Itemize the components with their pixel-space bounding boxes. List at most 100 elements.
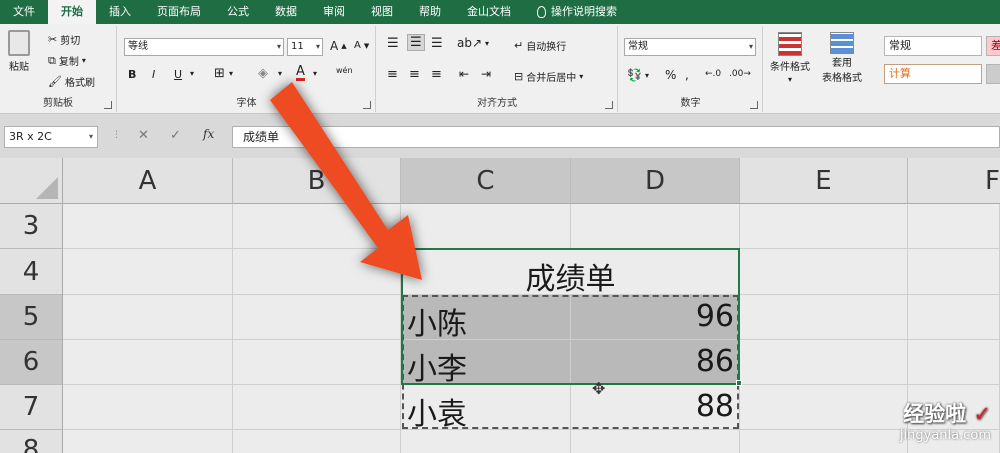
align-middle-icon[interactable]: ☰ — [407, 34, 425, 51]
borders-icon[interactable]: ⊞ — [214, 66, 225, 81]
insert-function-button[interactable]: fx — [203, 127, 214, 141]
align-right-icon[interactable]: ≡ — [431, 67, 442, 82]
chevron-down-icon[interactable]: ▾ — [278, 69, 282, 78]
fill-color-icon[interactable]: ◈ — [258, 66, 268, 81]
conditional-format-button[interactable]: 条件格式 ▾ — [770, 32, 810, 84]
formula-input[interactable]: 成绩单 — [232, 126, 1000, 148]
tab-formulas[interactable]: 公式 — [214, 0, 262, 24]
column-header-a[interactable]: A — [63, 158, 233, 204]
cell-c3[interactable] — [401, 204, 571, 249]
column-header-b[interactable]: B — [233, 158, 401, 204]
bold-button[interactable]: B — [128, 68, 136, 81]
column-header-f[interactable]: F — [908, 158, 1000, 204]
cell-b5[interactable] — [233, 295, 401, 340]
column-header-e[interactable]: E — [740, 158, 908, 204]
align-center-icon[interactable]: ≡ — [409, 67, 420, 82]
style-check-cell[interactable] — [986, 64, 1000, 84]
cell-a4[interactable] — [63, 249, 233, 295]
column-header-d[interactable]: D — [571, 158, 740, 204]
paste-button[interactable]: 粘贴 — [8, 30, 30, 73]
number-format-select[interactable]: 常规 ▾ — [624, 38, 756, 56]
style-bad[interactable]: 差 — [986, 36, 1000, 56]
currency-icon[interactable]: 💱 ▾ — [627, 68, 649, 82]
grow-font-button[interactable]: A ▲ — [330, 39, 347, 53]
resize-handle-icon[interactable]: ⋮ — [112, 130, 121, 140]
tab-kingsoft-docs[interactable]: 金山文档 — [454, 0, 524, 24]
tab-view[interactable]: 视图 — [358, 0, 406, 24]
underline-button[interactable]: U — [174, 68, 182, 81]
cell-e4[interactable] — [740, 249, 908, 295]
chevron-down-icon[interactable]: ▾ — [229, 69, 233, 78]
style-normal[interactable]: 常规 — [884, 36, 982, 56]
copy-button[interactable]: ⧉ 复制 ▾ — [48, 53, 86, 69]
cell-d3[interactable] — [571, 204, 740, 249]
comma-button[interactable]: , — [685, 68, 689, 82]
align-left-icon[interactable]: ≡ — [387, 67, 398, 82]
cell-d8[interactable] — [571, 430, 740, 453]
percent-button[interactable]: % — [665, 68, 676, 82]
merge-center-button[interactable]: ⊟ 合并后居中 ▾ — [514, 69, 583, 84]
tab-home[interactable]: 开始 — [48, 0, 96, 24]
wrap-text-button[interactable]: ↵ 自动换行 — [514, 38, 566, 53]
dialog-launcher-icon[interactable] — [363, 101, 371, 109]
row-header-8[interactable]: 8 — [0, 430, 63, 453]
cell-f4[interactable] — [908, 249, 1000, 295]
decrease-indent-icon[interactable]: ⇤ — [459, 67, 469, 81]
tab-file[interactable]: 文件 — [0, 0, 48, 24]
cell-e3[interactable] — [740, 204, 908, 249]
cell-b6[interactable] — [233, 340, 401, 385]
shrink-font-button[interactable]: A ▼ — [354, 40, 369, 51]
font-color-button[interactable]: A — [296, 65, 305, 81]
cell-a6[interactable] — [63, 340, 233, 385]
orientation-icon[interactable]: ab↗ ▾ — [457, 36, 489, 50]
cell-b4[interactable] — [233, 249, 401, 295]
row-header-4[interactable]: 4 — [0, 249, 63, 295]
fill-handle[interactable] — [736, 380, 742, 386]
dialog-launcher-icon[interactable] — [605, 101, 613, 109]
cell-f3[interactable] — [908, 204, 1000, 249]
column-header-c[interactable]: C — [401, 158, 571, 204]
dialog-launcher-icon[interactable] — [104, 101, 112, 109]
dialog-launcher-icon[interactable] — [750, 101, 758, 109]
tab-page-layout[interactable]: 页面布局 — [144, 0, 214, 24]
align-top-icon[interactable]: ☰ — [387, 36, 399, 51]
font-name-select[interactable]: 等线 ▾ — [124, 38, 284, 56]
phonetic-guide-button[interactable]: wén — [336, 66, 353, 75]
row-header-3[interactable]: 3 — [0, 204, 63, 249]
format-painter-button[interactable]: 🖌 格式刷 — [48, 74, 95, 89]
row-header-7[interactable]: 7 — [0, 385, 63, 430]
select-all-button[interactable] — [0, 158, 63, 204]
chevron-down-icon[interactable]: ▾ — [313, 69, 317, 78]
cut-button[interactable]: ✂ 剪切 — [48, 32, 80, 47]
cell-b7[interactable] — [233, 385, 401, 430]
cell-a3[interactable] — [63, 204, 233, 249]
increase-indent-icon[interactable]: ⇥ — [481, 67, 491, 81]
name-box[interactable]: 3R x 2C ▾ — [4, 126, 98, 148]
chevron-down-icon[interactable]: ▾ — [190, 69, 194, 78]
cell-c8[interactable] — [401, 430, 571, 453]
italic-button[interactable]: I — [152, 68, 155, 81]
tab-help[interactable]: 帮助 — [406, 0, 454, 24]
format-as-table-button[interactable]: 套用 表格格式 — [822, 32, 862, 84]
cell-a5[interactable] — [63, 295, 233, 340]
tab-review[interactable]: 审阅 — [310, 0, 358, 24]
align-bottom-icon[interactable]: ☰ — [431, 36, 443, 51]
style-calculation[interactable]: 计算 — [884, 64, 982, 84]
cell-b3[interactable] — [233, 204, 401, 249]
cell-f6[interactable] — [908, 340, 1000, 385]
tab-insert[interactable]: 插入 — [96, 0, 144, 24]
row-header-6[interactable]: 6 — [0, 340, 63, 385]
cell-e5[interactable] — [740, 295, 908, 340]
tab-data[interactable]: 数据 — [262, 0, 310, 24]
cell-a7[interactable] — [63, 385, 233, 430]
decrease-decimal-icon[interactable]: .00→ — [729, 69, 751, 79]
font-size-select[interactable]: 11 ▾ — [287, 38, 323, 56]
cell-a8[interactable] — [63, 430, 233, 453]
row-header-5[interactable]: 5 — [0, 295, 63, 340]
cell-e6[interactable] — [740, 340, 908, 385]
tell-me-search[interactable]: 操作说明搜索 — [524, 0, 630, 24]
increase-decimal-icon[interactable]: ←.0 — [705, 69, 721, 79]
enter-icon[interactable]: ✓ — [170, 128, 181, 143]
cell-b8[interactable] — [233, 430, 401, 453]
cell-f5[interactable] — [908, 295, 1000, 340]
